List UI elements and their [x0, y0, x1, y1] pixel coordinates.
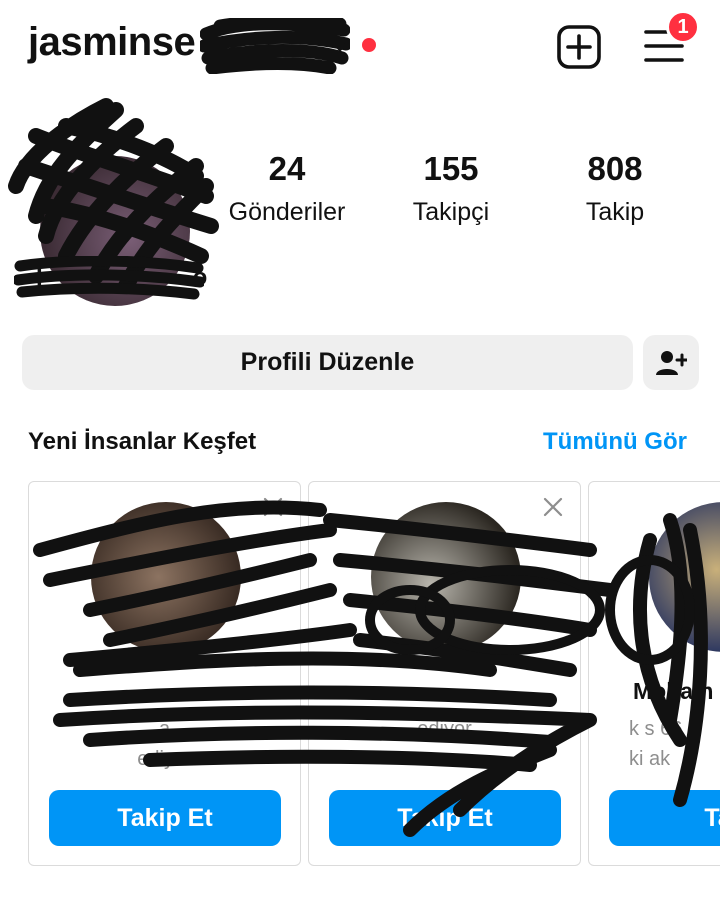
unread-dot: [362, 38, 376, 52]
suggestion-avatar[interactable]: [91, 502, 241, 652]
suggestion-card[interactable]: Moham k s 66 ki ak Tak: [588, 481, 720, 866]
profile-name-start: I: [36, 264, 43, 291]
following-stat[interactable]: 808 Takip: [560, 150, 670, 227]
profile-name: Io: [36, 264, 207, 292]
new-post-icon[interactable]: [556, 24, 602, 70]
follow-button[interactable]: Tak: [609, 790, 720, 846]
suggestion-avatar[interactable]: [649, 502, 720, 652]
followers-stat[interactable]: 155 Takipçi: [396, 150, 506, 227]
suggestion-subtitle: ediyor: [309, 714, 580, 744]
close-icon[interactable]: [542, 496, 564, 518]
discover-title: Yeni İnsanlar Keşfet: [28, 428, 257, 455]
posts-count: 24: [268, 150, 306, 187]
followers-count: 155: [423, 150, 479, 187]
posts-label: Gönderiler: [228, 198, 346, 226]
suggestion-subtitle: k s 66 ki ak: [629, 714, 720, 774]
suggestion-subtitle-line: ediyor: [417, 718, 472, 740]
close-icon[interactable]: [262, 496, 284, 518]
suggestion-subtitle-line: ki ak: [629, 748, 671, 770]
chevron-down-icon[interactable]: [328, 34, 352, 58]
edit-profile-button[interactable]: Profili Düzenle: [22, 335, 633, 390]
suggestion-avatar[interactable]: [371, 502, 521, 652]
profile-name-end: o: [192, 264, 208, 291]
suggestion-subtitle-line: a: [158, 718, 171, 740]
follow-button[interactable]: Takip Et: [49, 790, 281, 846]
add-person-icon: [656, 350, 687, 375]
username[interactable]: jasminse: [28, 20, 196, 65]
notification-badge: 1: [666, 10, 700, 44]
discover-people-button[interactable]: [643, 335, 699, 390]
suggestion-card[interactable]: ediyor Takip Et: [308, 481, 581, 866]
follow-button[interactable]: Takip Et: [329, 790, 561, 846]
profile-header: jasminse 1: [0, 0, 720, 96]
following-label: Takip: [585, 198, 645, 226]
suggestion-card[interactable]: a ediyor Takip Et: [28, 481, 301, 866]
suggestion-subtitle: a ediyor: [29, 714, 300, 774]
following-count: 808: [587, 150, 643, 187]
see-all-link[interactable]: Tümünü Gör: [543, 428, 687, 456]
followers-label: Takipçi: [412, 198, 490, 226]
suggestion-subtitle-line: ediyor: [137, 748, 192, 770]
suggestion-subtitle-line: k s 66: [629, 718, 683, 740]
posts-stat[interactable]: 24 Gönderiler: [222, 150, 352, 227]
suggestion-name[interactable]: Moham: [633, 678, 720, 705]
